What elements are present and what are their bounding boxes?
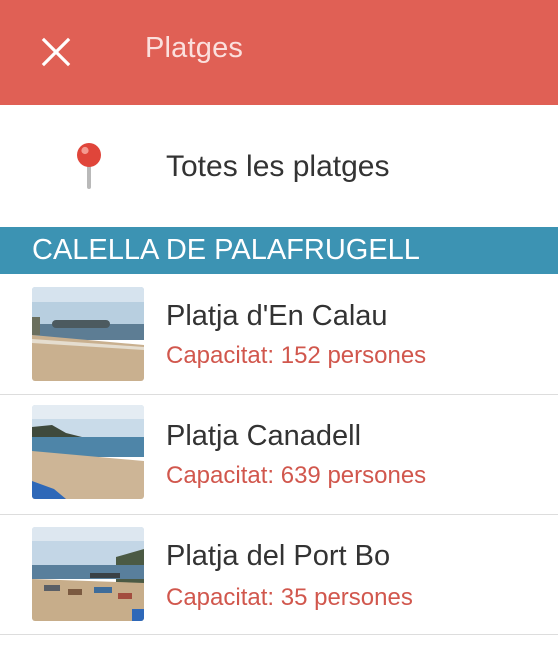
page-title: Platges <box>145 32 244 64</box>
beach-capacity: Capacitat: 152 persones <box>166 342 427 369</box>
beach-capacity: Capacitat: 35 persones <box>166 584 413 611</box>
section-title: CALELLA DE PALAFRUGELL <box>32 234 420 266</box>
all-beaches-label: Totes les platges <box>166 150 390 183</box>
beach-thumbnail <box>32 527 144 621</box>
close-button[interactable] <box>28 24 84 80</box>
close-icon <box>41 37 71 67</box>
beach-thumbnail <box>32 405 144 499</box>
map-pin-icon <box>77 143 101 189</box>
beach-name: Platja Canadell <box>166 420 362 452</box>
beach-name: Platja del Port Bo <box>166 540 391 572</box>
beach-capacity: Capacitat: 639 persones <box>166 462 427 489</box>
beach-thumbnail <box>32 287 144 381</box>
beach-name: Platja d'En Calau <box>166 300 388 332</box>
